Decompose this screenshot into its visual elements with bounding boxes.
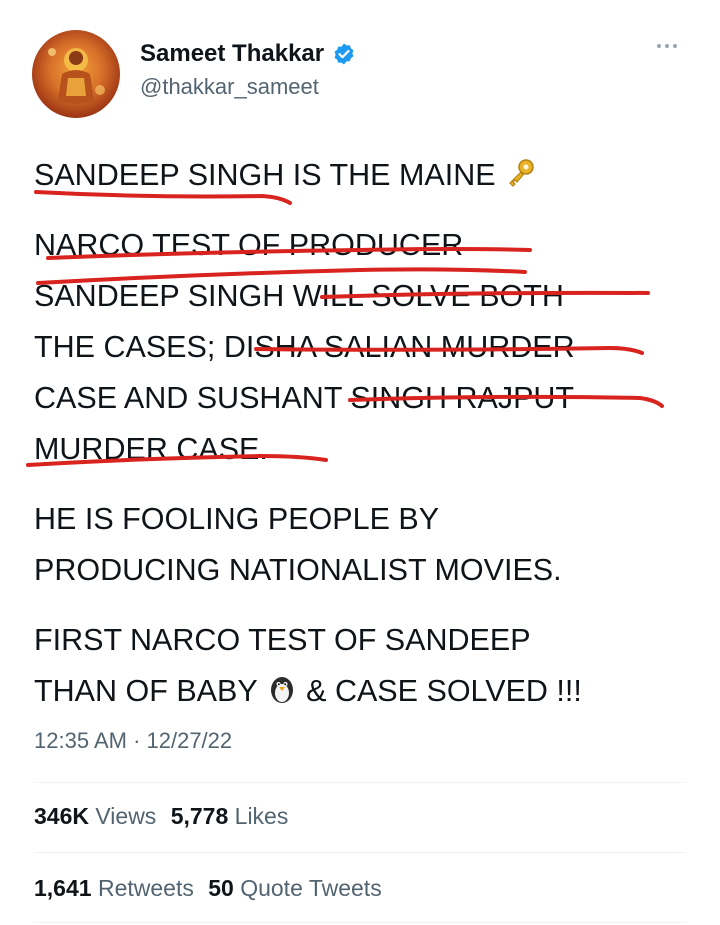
- verified-badge-icon: [334, 43, 354, 65]
- likes-count: 5,778: [170, 803, 229, 829]
- divider: [34, 852, 686, 853]
- tweet-paragraph-1: SANDEEP SINGH IS THE MAINE: [34, 150, 694, 201]
- quotes-label: Quote Tweets: [240, 875, 382, 901]
- divider: [34, 782, 686, 783]
- author-name-row: Sameet Thakkar: [140, 40, 356, 68]
- avatar[interactable]: [32, 30, 120, 118]
- key-emoji: [509, 159, 534, 187]
- retweets-label: Retweets: [97, 875, 194, 901]
- views-label: Views: [95, 803, 157, 829]
- quotes-count: 50: [208, 875, 234, 901]
- stats-row-retweets-quotes: 1,641 Retweets 50 Quote Tweets: [34, 875, 382, 902]
- retweets-count: 1,641: [34, 875, 92, 901]
- views-stat[interactable]: 346K Views: [34, 803, 156, 829]
- author-handle[interactable]: @thakkar_sameet: [140, 74, 319, 100]
- divider: [34, 922, 686, 923]
- tweet-timestamp[interactable]: 12:35 AM · 12/27/22: [34, 728, 232, 754]
- views-count: 346K: [34, 803, 89, 829]
- author-name[interactable]: Sameet Thakkar: [140, 40, 324, 68]
- retweets-stat[interactable]: 1,641 Retweets: [34, 875, 194, 901]
- deity-avatar-image: [48, 48, 105, 104]
- tweet-paragraph-3: HE IS FOOLING PEOPLE BY PRODUCING NATION…: [34, 502, 562, 587]
- likes-label: Likes: [234, 803, 289, 829]
- tweet-text: SANDEEP SINGH IS THE MAINE NARCO TEST OF…: [34, 150, 694, 717]
- tweet-paragraph-4: FIRST NARCO TEST OF SANDEEP THAN OF BABY…: [34, 615, 694, 717]
- tweet-paragraph-2: NARCO TEST OF PRODUCER SANDEEP SINGH WIL…: [34, 228, 575, 466]
- tweet-line: & CASE SOLVED !!!: [306, 674, 582, 708]
- more-options-icon[interactable]: [652, 36, 682, 56]
- tweet-line: FIRST NARCO TEST OF SANDEEP: [34, 623, 531, 657]
- likes-stat[interactable]: 5,778 Likes: [171, 803, 289, 829]
- stats-row-views-likes: 346K Views 5,778 Likes: [34, 803, 288, 830]
- penguin-emoji: [270, 677, 293, 703]
- tweet-line: THAN OF BABY: [34, 674, 258, 708]
- quote-tweets-stat[interactable]: 50 Quote Tweets: [208, 875, 381, 901]
- tweet-line: SANDEEP SINGH IS THE MAINE: [34, 158, 496, 192]
